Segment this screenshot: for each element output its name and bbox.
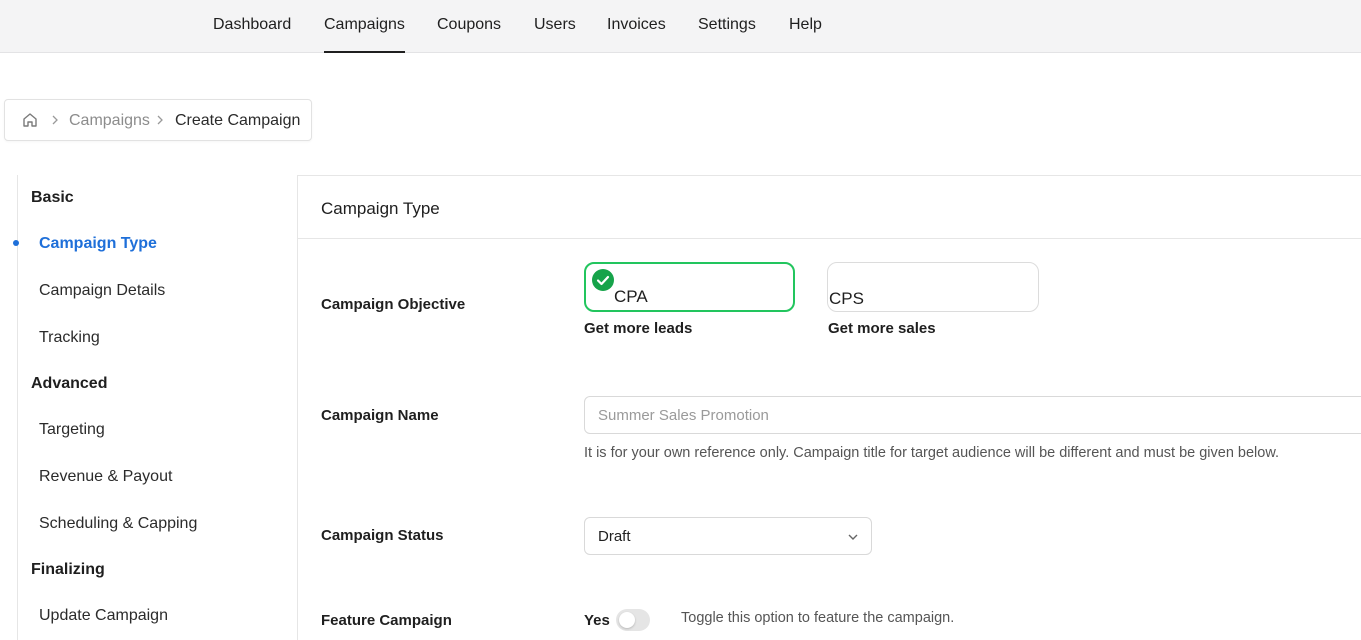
breadcrumb-current: Create Campaign: [175, 112, 301, 129]
panel-title: Campaign Type: [321, 199, 440, 218]
nav-dashboard[interactable]: Dashboard: [213, 0, 291, 53]
nav-invoices[interactable]: Invoices: [607, 0, 666, 53]
campaign-name-input[interactable]: [584, 396, 1361, 434]
campaign-status-label: Campaign Status: [321, 527, 444, 544]
chevron-down-icon: [848, 534, 858, 540]
chevron-right-icon: [157, 115, 163, 125]
campaign-name-label: Campaign Name: [321, 407, 439, 424]
top-nav: Dashboard Campaigns Coupons Users Invoic…: [0, 0, 1361, 53]
breadcrumb: Campaigns Create Campaign: [4, 99, 312, 141]
campaign-status-select[interactable]: Draft: [584, 517, 872, 555]
feature-toggle[interactable]: [616, 609, 650, 631]
sidebar-item-tracking[interactable]: Tracking: [39, 328, 100, 348]
objective-cps-description: Get more sales: [828, 320, 936, 337]
sidebar-group-finalizing: Finalizing: [31, 561, 105, 578]
sidebar-item-campaign-type[interactable]: Campaign Type: [39, 234, 157, 254]
campaign-status-value: Draft: [598, 528, 631, 545]
sidebar-item-targeting[interactable]: Targeting: [39, 420, 105, 440]
nav-users[interactable]: Users: [534, 0, 576, 53]
sidebar-group-basic: Basic: [31, 189, 74, 206]
check-circle-icon: [592, 269, 614, 291]
campaign-type-panel: Campaign Type Campaign Objective CPA Get…: [297, 175, 1361, 640]
objective-card-cps[interactable]: CPS: [827, 262, 1039, 312]
nav-help[interactable]: Help: [789, 0, 822, 53]
sidebar-item-revenue-payout[interactable]: Revenue & Payout: [39, 467, 172, 487]
sidebar-group-advanced: Advanced: [31, 375, 108, 392]
breadcrumb-campaigns[interactable]: Campaigns: [69, 111, 150, 131]
chevron-right-icon: [52, 115, 58, 125]
toggle-knob: [619, 612, 635, 628]
sidebar-item-campaign-details[interactable]: Campaign Details: [39, 281, 165, 301]
objective-cpa-name: CPA: [614, 287, 648, 306]
feature-toggle-help: Toggle this option to feature the campai…: [681, 610, 955, 626]
panel-header: Campaign Type: [298, 176, 1361, 239]
objective-cps-name: CPS: [829, 289, 864, 308]
nav-settings[interactable]: Settings: [698, 0, 756, 53]
nav-coupons[interactable]: Coupons: [437, 0, 501, 53]
objective-cpa-description: Get more leads: [584, 320, 693, 337]
campaign-objective-label: Campaign Objective: [321, 296, 466, 313]
sidebar-steps: Basic Campaign Type Campaign Details Tra…: [0, 175, 297, 640]
feature-campaign-label: Feature Campaign: [321, 612, 452, 629]
campaign-name-help: It is for your own reference only. Campa…: [584, 445, 1280, 461]
active-step-dot: [13, 240, 19, 246]
feature-toggle-label: Yes: [584, 612, 610, 629]
home-icon[interactable]: [21, 111, 39, 129]
sidebar-item-update-campaign[interactable]: Update Campaign: [39, 606, 168, 626]
objective-card-cpa[interactable]: CPA: [584, 262, 795, 312]
sidebar-item-scheduling-capping[interactable]: Scheduling & Capping: [39, 514, 197, 534]
nav-campaigns[interactable]: Campaigns: [324, 0, 405, 53]
